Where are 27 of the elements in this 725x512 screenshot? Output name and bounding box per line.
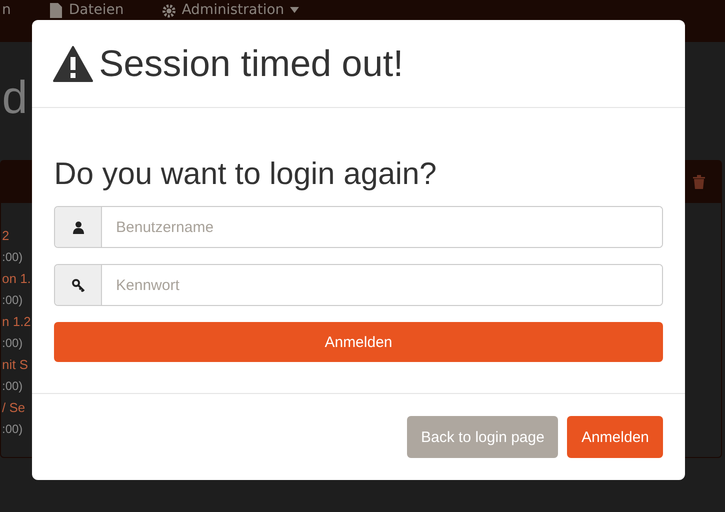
user-icon (72, 220, 84, 234)
trash-icon (693, 175, 705, 189)
login-button[interactable]: Anmelden (54, 322, 663, 362)
list-item-time: :00) (2, 421, 23, 438)
nav-link[interactable]: Administration (182, 2, 284, 18)
file-icon (48, 2, 63, 18)
list-item-name[interactable]: nit S (2, 354, 28, 375)
modal-title: Session timed out! (99, 42, 404, 84)
nav-link[interactable]: Dateien (68, 2, 124, 18)
password-field[interactable]: Kennwort (54, 264, 663, 306)
page-heading: d (2, 72, 28, 122)
username-field[interactable]: Benutzername (54, 206, 663, 248)
list-item-time: :00) (2, 249, 23, 266)
back-button[interactable]: Back to login page (407, 416, 558, 458)
warning-icon (53, 46, 93, 82)
login-prompt: Do you want to login again? (54, 155, 438, 193)
list-item-name[interactable]: n 1.2 (2, 311, 31, 332)
list-item-name[interactable]: on 1. (2, 268, 31, 289)
list-item-name[interactable]: 2 (2, 225, 10, 246)
nav-link[interactable]: n (2, 2, 11, 18)
list-item-time: :00) (2, 335, 23, 352)
key-icon (72, 278, 84, 292)
login-button[interactable]: Anmelden (567, 416, 663, 458)
list-item-time: :00) (2, 292, 23, 309)
list-item-time: :00) (2, 378, 23, 395)
gear-icon (162, 2, 176, 18)
list-item-name[interactable]: / Se (2, 397, 26, 418)
